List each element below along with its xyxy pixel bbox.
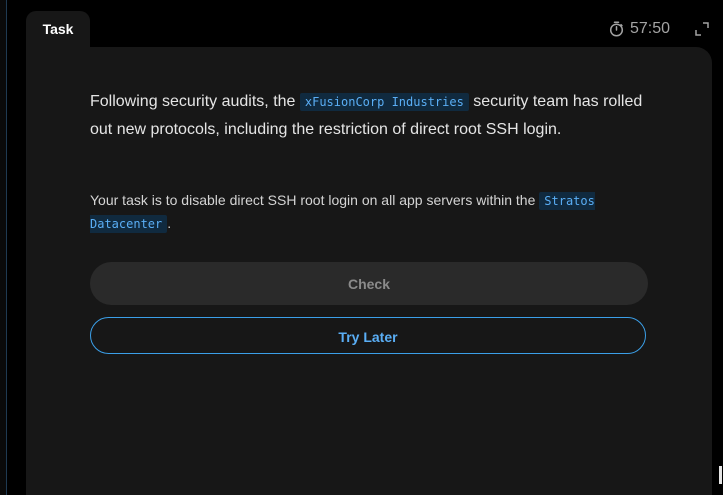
instruction-text-before: Your task is to disable direct SSH root … (90, 192, 540, 208)
task-description: Following security audits, the xFusionCo… (90, 88, 650, 235)
company-name-code: xFusionCorp Industries (299, 93, 469, 111)
tab-task-label: Task (42, 21, 74, 37)
task-window: Task 57:50 Following security audits, th… (0, 0, 723, 495)
instruction-paragraph: Your task is to disable direct SSH root … (90, 189, 650, 235)
check-button[interactable]: Check (90, 262, 648, 305)
timer-value: 57:50 (630, 20, 671, 37)
intro-text-before: Following security audits, the (90, 93, 300, 110)
tab-task[interactable]: Task (26, 11, 90, 51)
stopwatch-icon (609, 21, 624, 37)
scrollbar-handle[interactable] (719, 466, 722, 484)
countdown-timer: 57:50 (609, 18, 670, 40)
instruction-text-after: . (167, 215, 172, 231)
try-later-button[interactable]: Try Later (90, 317, 646, 354)
intro-paragraph: Following security audits, the xFusionCo… (90, 88, 650, 143)
left-edge-divider (0, 0, 7, 495)
expand-icon[interactable] (695, 22, 709, 36)
